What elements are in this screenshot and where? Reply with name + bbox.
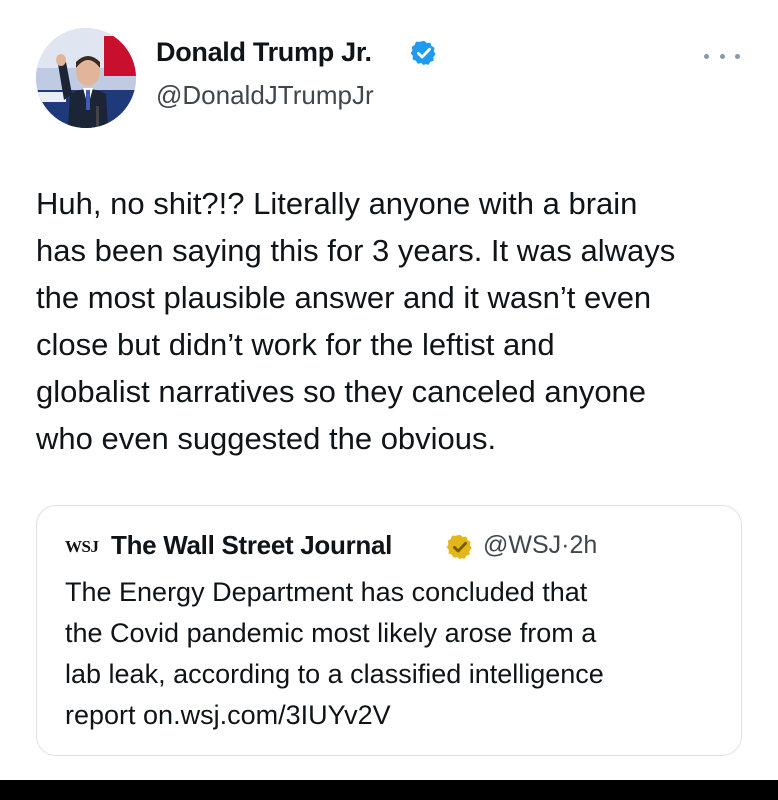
avatar[interactable]: [36, 28, 136, 128]
quoted-author-handle: @WSJ: [483, 531, 562, 559]
tweet[interactable]: Donald Trump Jr. @DonaldJTrumpJr Huh, no…: [0, 0, 778, 780]
quoted-tweet-text: The Energy Department has concluded that…: [65, 577, 604, 730]
wsj-logo: WSJ: [65, 537, 99, 556]
more-horizontal-icon: [704, 53, 709, 59]
quoted-author-name: The Wall Street Journal: [111, 530, 393, 560]
bottom-bar: [0, 780, 778, 800]
author-name[interactable]: Donald Trump Jr.: [156, 37, 372, 68]
tweet-text: Huh, no shit?!? Literally anyone with a …: [36, 186, 676, 456]
quoted-tweet-card[interactable]: WSJ The Wall Street Journal @WSJ·2h The …: [36, 505, 742, 756]
more-options-button[interactable]: [704, 44, 740, 68]
verified-badge-icon: [410, 40, 436, 66]
gold-verified-badge-icon: [446, 534, 472, 560]
avatar-photo: [36, 28, 136, 128]
quoted-timestamp: 2h: [569, 531, 598, 559]
more-horizontal-icon: [719, 53, 725, 59]
quoted-meta: @WSJ·2h: [483, 531, 597, 560]
author-handle[interactable]: @DonaldJTrumpJr: [156, 80, 374, 111]
more-horizontal-icon: [735, 53, 740, 59]
